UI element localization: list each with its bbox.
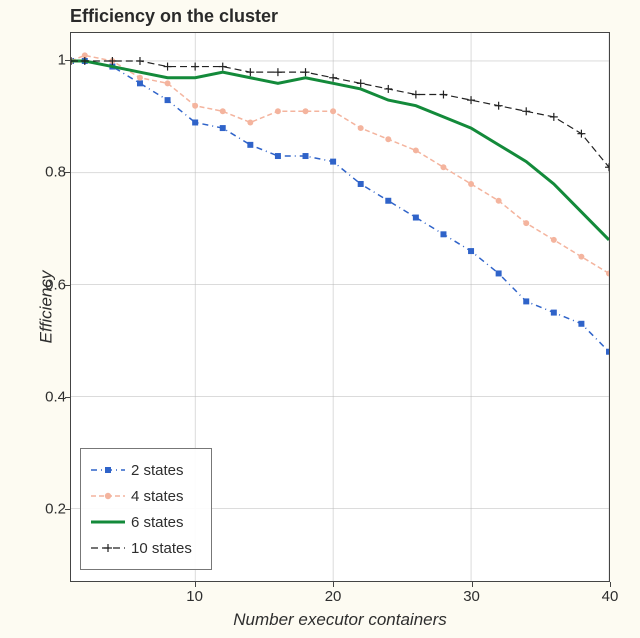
- legend-item-2-states: 2 states: [91, 457, 201, 483]
- x-tick: 10: [186, 588, 203, 605]
- y-axis-label: Efficiency: [10, 32, 83, 582]
- legend-label: 4 states: [131, 488, 184, 505]
- x-tick: 40: [602, 588, 619, 605]
- legend-swatch-2-states: [91, 461, 125, 479]
- y-tick: 1: [38, 52, 66, 69]
- legend-item-10-states: 10 states: [91, 535, 201, 561]
- x-tick: 30: [463, 588, 480, 605]
- chart-title: Efficiency on the cluster: [70, 6, 278, 27]
- legend-swatch-6-states: [91, 513, 125, 531]
- legend-item-6-states: 6 states: [91, 509, 201, 535]
- legend-swatch-10-states: [91, 539, 125, 557]
- x-tick: 20: [325, 588, 342, 605]
- legend-label: 6 states: [131, 514, 184, 531]
- y-tick: 0.8: [38, 164, 66, 181]
- x-axis-label: Number executor containers: [70, 610, 610, 630]
- legend-label: 2 states: [131, 462, 184, 479]
- legend-label: 10 states: [131, 540, 192, 557]
- y-tick: 0.4: [38, 388, 66, 405]
- legend: 2 states 4 states 6 states 10 states: [80, 448, 212, 570]
- y-tick: 0.6: [38, 276, 66, 293]
- legend-swatch-4-states: [91, 487, 125, 505]
- legend-item-4-states: 4 states: [91, 483, 201, 509]
- chart-container: Efficiency on the cluster Number executo…: [0, 0, 640, 638]
- y-tick: 0.2: [38, 501, 66, 518]
